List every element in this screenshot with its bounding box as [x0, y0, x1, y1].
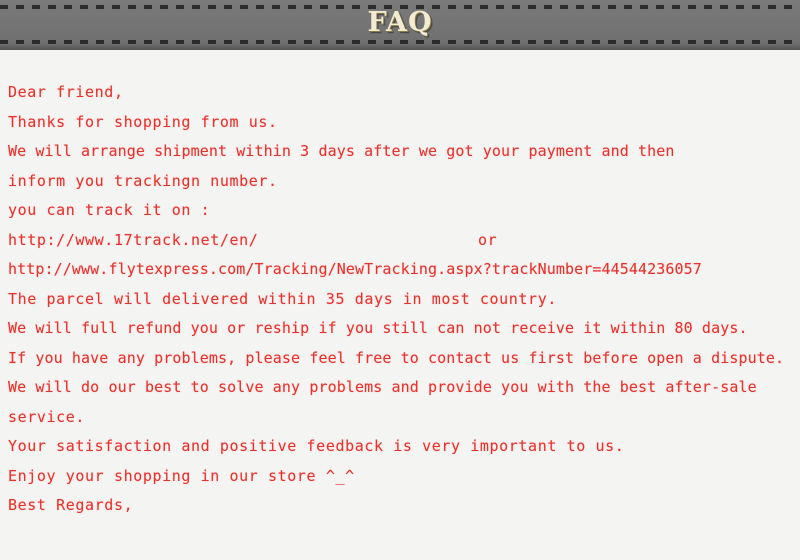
- faq-line: We will full refund you or reship if you…: [8, 314, 798, 344]
- faq-line-text: Enjoy your shopping in our store ^_^: [8, 466, 355, 485]
- faq-line-trailing-text: or: [478, 230, 498, 249]
- faq-line: We will do our best to solve any problem…: [8, 373, 798, 403]
- faq-line-text: We will full refund you or reship if you…: [8, 319, 748, 337]
- faq-line-text: http://www.17track.net/en/: [8, 230, 259, 249]
- faq-line-text: inform you trackingn number.: [8, 171, 278, 190]
- faq-line: service.: [8, 403, 798, 433]
- faq-line-text: you can track it on :: [8, 201, 211, 219]
- faq-line: The parcel will delivered within 35 days…: [8, 285, 798, 315]
- faq-line: http://www.flytexpress.com/Tracking/NewT…: [8, 255, 798, 285]
- faq-line: Your satisfaction and positive feedback …: [8, 432, 798, 462]
- faq-line: Enjoy your shopping in our store ^_^: [8, 462, 798, 492]
- faq-line-text: Dear friend,: [8, 83, 124, 101]
- faq-body-text: Dear friend, Thanks for shopping from us.…: [8, 78, 798, 521]
- faq-line-text: We will do our best to solve any problem…: [8, 378, 757, 396]
- faq-line: We will arrange shipment within 3 days a…: [8, 137, 798, 167]
- faq-line-text: Best Regards,: [8, 496, 134, 514]
- faq-line-text: service.: [8, 407, 86, 426]
- faq-line: If you have any problems, please feel fr…: [8, 344, 798, 374]
- faq-line: Dear friend,: [8, 78, 798, 108]
- faq-line: inform you trackingn number.: [8, 167, 798, 197]
- faq-line-text: Thanks for shopping from us.: [8, 112, 278, 131]
- faq-line: http://www.17track.net/en/or: [8, 226, 798, 256]
- faq-line: you can track it on :: [8, 196, 798, 226]
- faq-line-text: If you have any problems, please feel fr…: [8, 348, 785, 367]
- faq-line: Best Regards,: [8, 491, 798, 521]
- faq-line-text: Your satisfaction and positive feedback …: [8, 437, 625, 455]
- faq-line-text: We will arrange shipment within 3 days a…: [8, 142, 675, 160]
- faq-banner: FAQ: [0, 0, 800, 50]
- faq-line-text: http://www.flytexpress.com/Tracking/NewT…: [8, 260, 702, 278]
- page-title: FAQ: [367, 7, 433, 38]
- dashed-rule-bottom-decoration: [0, 40, 800, 44]
- faq-line-text: The parcel will delivered within 35 days…: [8, 289, 557, 308]
- faq-line: Thanks for shopping from us.: [8, 108, 798, 138]
